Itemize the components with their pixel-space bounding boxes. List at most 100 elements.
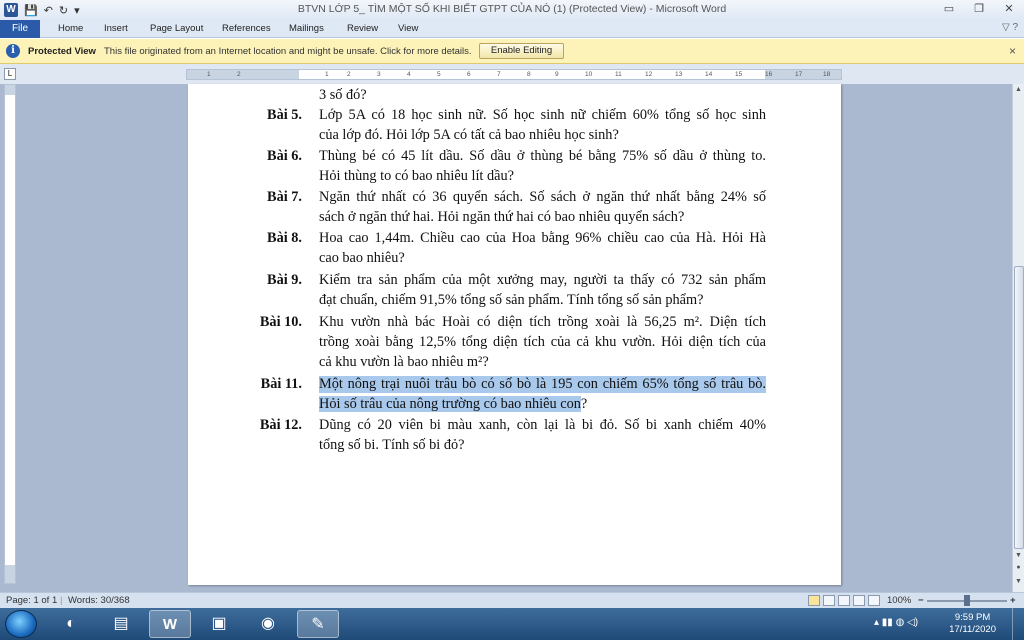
exercise-label: Bài 9. xyxy=(267,272,302,288)
tab-file[interactable]: File xyxy=(0,20,40,38)
tab-references[interactable]: References xyxy=(216,22,277,38)
ruler-tick: 1 xyxy=(207,71,211,78)
zoom-in-button[interactable]: + xyxy=(1010,595,1016,606)
scroll-up-icon[interactable]: ▲ xyxy=(1013,86,1024,93)
protected-view-label: Protected View xyxy=(28,46,96,57)
word-count[interactable]: Words: 30/368 xyxy=(68,595,130,606)
scroll-down-icon[interactable]: ▼ xyxy=(1013,552,1024,559)
browse-object-icon[interactable]: ● xyxy=(1013,564,1024,571)
firefox-icon[interactable]: ◉ xyxy=(247,610,289,638)
text-fragment: ? xyxy=(580,396,588,412)
paint-icon[interactable]: ✎ xyxy=(297,610,339,638)
document-area: 3 số đó? Bài 5. Lớp 5A có 18 học sinh nữ… xyxy=(0,84,1012,592)
ruler-tick: 8 xyxy=(527,71,531,78)
vertical-ruler[interactable] xyxy=(4,84,16,584)
selected-text-line: Hỏi số trâu của nông trường có bao nhiêu… xyxy=(319,396,581,412)
ruler-tick: 2 xyxy=(347,71,351,78)
ruler-tick: 11 xyxy=(615,71,622,78)
exercise-line: Hoa cao 1,44m. Chiều cao của Hoa bằng 96… xyxy=(319,230,766,246)
ruler-tick: 14 xyxy=(705,71,713,78)
vertical-scrollbar[interactable]: ▲ ▼ ● ▼ xyxy=(1012,84,1024,592)
status-bar: Page: 1 of 1 | Words: 30/368 100% − + xyxy=(0,592,1024,608)
exercise-line: của lớp đó. Hỏi lớp 5A có tất cả bao nhi… xyxy=(319,127,619,143)
file-explorer-icon[interactable]: ▤ xyxy=(100,610,142,638)
browser-icon[interactable]: ◐ xyxy=(50,610,92,638)
page-count[interactable]: Page: 1 of 1 xyxy=(6,595,57,606)
tab-review[interactable]: Review xyxy=(341,22,384,38)
exercise-label: Bài 5. xyxy=(267,107,302,123)
tab-selector-icon[interactable]: L xyxy=(4,68,16,80)
exercise-line: Thùng bé có 45 lít dầu. Số dầu ở thùng b… xyxy=(319,148,766,164)
next-page-icon[interactable]: ▼ xyxy=(1013,578,1024,585)
ruler-tick: 13 xyxy=(675,71,683,78)
taskbar: ◐ ▤ W ▣ ◉ ✎ ▴ ▮▮ ◍ ◁) 9:59 PM 17/11/2020 xyxy=(0,608,1024,640)
exercise-label: Bài 6. xyxy=(267,148,302,164)
zoom-out-button[interactable]: − xyxy=(918,595,924,606)
horizontal-ruler[interactable]: 1 2 1 2 3 4 5 6 7 8 9 10 11 12 13 14 15 … xyxy=(186,69,842,80)
full-screen-reading-icon[interactable] xyxy=(823,595,835,606)
exercise-line: sách ở ngăn thứ hai. Hỏi ngăn thứ hai có… xyxy=(319,209,685,225)
close-icon[interactable]: × xyxy=(1009,44,1016,58)
tab-insert[interactable]: Insert xyxy=(98,22,134,38)
exercise-line: Hỏi số trâu của nông trường có bao nhiêu… xyxy=(319,396,587,413)
close-button[interactable]: ✕ xyxy=(994,0,1024,20)
scrollbar-thumb[interactable] xyxy=(1014,266,1024,549)
tab-mailings[interactable]: Mailings xyxy=(283,22,330,38)
web-layout-icon[interactable] xyxy=(838,595,850,606)
zoom-slider-knob[interactable] xyxy=(964,595,970,606)
ruler-tick: 16 xyxy=(765,71,773,78)
exercise-line: Hỏi thùng to có bao nhiêu lít dầu? xyxy=(319,168,514,184)
tab-view[interactable]: View xyxy=(392,22,424,38)
clock[interactable]: 9:59 PM 17/11/2020 xyxy=(949,612,996,636)
clock-date: 17/11/2020 xyxy=(949,624,996,635)
help-icon[interactable]: ▽ ? xyxy=(1002,22,1018,33)
document-page[interactable]: 3 số đó? Bài 5. Lớp 5A có 18 học sinh nữ… xyxy=(188,84,841,585)
zoom-slider[interactable] xyxy=(927,595,1007,606)
enable-editing-button[interactable]: Enable Editing xyxy=(479,43,564,59)
divider: | xyxy=(60,595,63,606)
protected-view-bar: i Protected View This file originated fr… xyxy=(0,39,1024,64)
ribbon-tabs: File Home Insert Page Layout References … xyxy=(0,20,1024,38)
tab-home[interactable]: Home xyxy=(52,22,89,38)
exercise-label: Bài 11. xyxy=(260,376,302,392)
exercise-label: Bài 7. xyxy=(267,189,302,205)
show-desktop-button[interactable] xyxy=(1012,608,1024,640)
ruler-tick: 6 xyxy=(467,71,471,78)
minimize-button[interactable]: ▭ xyxy=(934,0,964,20)
ruler-row: L 1 2 1 2 3 4 5 6 7 8 9 10 11 12 13 14 1… xyxy=(0,64,1024,84)
ruler-left-margin xyxy=(187,70,299,79)
system-tray: ▴ ▮▮ ◍ ◁) 9:59 PM 17/11/2020 xyxy=(864,608,1024,640)
outline-icon[interactable] xyxy=(853,595,865,606)
title-bar: W 💾 ↶ ↻ ▾ BTVN LỚP 5_ TÌM MỘT SỐ KHI BIẾ… xyxy=(0,0,1024,20)
tab-page-layout[interactable]: Page Layout xyxy=(144,22,209,38)
ruler-tick: 7 xyxy=(497,71,501,78)
ruler-tick: 12 xyxy=(645,71,653,78)
exercise-line: Kiểm tra sản phẩm của một xưởng may, ngư… xyxy=(319,272,766,288)
exercise-line: trồng xoài bằng 12,5% tổng diện tích của… xyxy=(319,334,766,350)
print-layout-icon[interactable] xyxy=(808,595,820,606)
restore-button[interactable]: ❐ xyxy=(964,0,994,20)
ruler-tick: 9 xyxy=(555,71,559,78)
exercise-line: cao bao nhiêu? xyxy=(319,250,405,266)
vruler-bottom-margin xyxy=(5,565,15,583)
exercise-line: cả khu vườn là bao nhiêu m²? xyxy=(319,354,489,370)
media-player-icon[interactable]: ▣ xyxy=(198,610,240,638)
ruler-tick: 1 xyxy=(325,71,329,78)
zoom-level[interactable]: 100% xyxy=(887,595,911,606)
ruler-tick: 4 xyxy=(407,71,411,78)
exercise-line: Lớp 5A có 18 học sinh nữ. Số học sinh nữ… xyxy=(319,107,766,123)
tray-icons[interactable]: ▴ ▮▮ ◍ ◁) xyxy=(874,617,918,628)
window-title: BTVN LỚP 5_ TÌM MỘT SỐ KHI BIẾT GTPT CỦA… xyxy=(297,3,727,15)
draft-icon[interactable] xyxy=(868,595,880,606)
line-top-fragment: 3 số đó? xyxy=(319,87,367,103)
word-taskbar-icon[interactable]: W xyxy=(149,610,191,638)
exercise-line: Ngăn thứ nhất có 36 quyển sách. Số sách … xyxy=(319,189,766,205)
exercise-label: Bài 12. xyxy=(259,417,302,433)
ruler-tick: 2 xyxy=(237,71,241,78)
selected-text-line: Một nông trại nuôi trâu bò có số bò là 1… xyxy=(319,376,766,393)
exercise-line: đạt chuẩn, chiếm 91,5% tổng số sản phẩm.… xyxy=(319,292,704,308)
start-button[interactable] xyxy=(5,610,37,638)
window-controls: ▭ ❐ ✕ xyxy=(934,0,1024,20)
info-icon: i xyxy=(6,44,20,58)
protected-view-message[interactable]: This file originated from an Internet lo… xyxy=(104,46,472,57)
